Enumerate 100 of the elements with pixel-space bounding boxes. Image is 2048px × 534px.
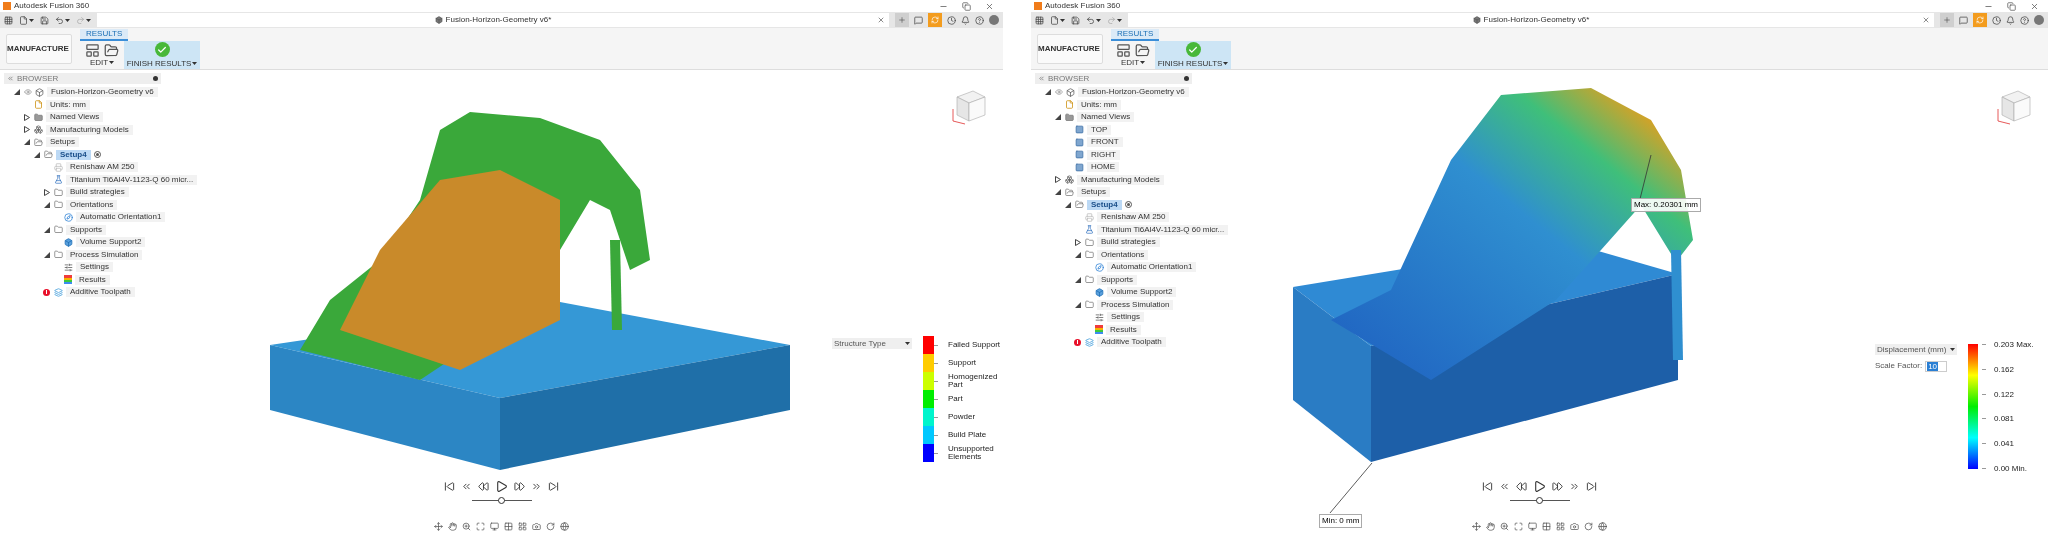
tree-item[interactable]: Titanium Ti6Al4V-1123-Q 60 micr...	[1097, 224, 1229, 235]
collapsed-toggle-icon[interactable]	[1074, 238, 1081, 246]
tree-item[interactable]: Named Views	[1077, 112, 1135, 123]
fast-forward-icon[interactable]	[514, 481, 525, 492]
tree-item[interactable]: Settings	[76, 262, 113, 273]
save-icon[interactable]	[1071, 15, 1080, 25]
collapsed-toggle-icon[interactable]	[1054, 176, 1061, 184]
expanded-toggle-icon[interactable]	[13, 89, 20, 96]
play-icon[interactable]	[1533, 480, 1546, 493]
tree-item[interactable]: Fusion-Horizon-Geometry v6	[1078, 87, 1189, 98]
expanded-toggle-icon[interactable]	[43, 201, 50, 208]
tree-item[interactable]: Build strategies	[1097, 237, 1160, 248]
tree-item[interactable]: Setups	[46, 137, 79, 148]
expanded-toggle-icon[interactable]	[1054, 189, 1061, 196]
view-tool-icon[interactable]	[476, 522, 485, 531]
avatar[interactable]	[989, 15, 999, 25]
expanded-toggle-icon[interactable]	[1074, 276, 1081, 283]
browser-header[interactable]: BROWSER	[4, 73, 161, 84]
tree-item[interactable]: Manufacturing Models	[1077, 174, 1164, 185]
view-tool-icon[interactable]	[1472, 522, 1481, 531]
tree-item[interactable]: Setup4	[1087, 199, 1122, 210]
collapsed-toggle-icon[interactable]	[23, 126, 30, 134]
result-type-dropdown[interactable]: Displacement (mm)	[1875, 344, 1957, 355]
view-tool-icon[interactable]	[1528, 522, 1537, 531]
view-tool-icon[interactable]	[490, 522, 499, 531]
skip-forward-icon[interactable]	[1586, 481, 1597, 492]
collapsed-toggle-icon[interactable]	[23, 113, 30, 121]
close-icon[interactable]	[2030, 1, 2039, 11]
clock-icon[interactable]	[1992, 15, 2001, 25]
step-forward-icon[interactable]	[1569, 481, 1580, 492]
close-tab-icon[interactable]	[877, 16, 885, 24]
expanded-toggle-icon[interactable]	[1064, 201, 1071, 208]
view-tool-icon[interactable]	[560, 522, 569, 531]
tree-item[interactable]: RIGHT	[1087, 149, 1120, 160]
view-tool-icon[interactable]	[546, 522, 555, 531]
file-icon[interactable]	[19, 15, 28, 25]
view-tool-icon[interactable]	[1500, 522, 1509, 531]
step-forward-icon[interactable]	[531, 481, 542, 492]
view-tool-icon[interactable]	[462, 522, 471, 531]
tree-item[interactable]: Units: mm	[46, 99, 90, 110]
tree-item[interactable]: Fusion-Horizon-Geometry v6	[47, 87, 158, 98]
close-icon[interactable]	[985, 1, 994, 11]
chat-icon[interactable]	[1959, 15, 1968, 25]
tree-item[interactable]: Additive Toolpath	[1097, 337, 1166, 348]
timeline-slider[interactable]	[1509, 497, 1570, 504]
pin-icon[interactable]	[153, 76, 158, 81]
ribbon-tab[interactable]: RESULTS	[1111, 29, 1160, 41]
expanded-toggle-icon[interactable]	[43, 226, 50, 233]
folder-open-icon[interactable]	[104, 43, 119, 58]
undo-icon[interactable]	[55, 15, 64, 25]
expanded-toggle-icon[interactable]	[1074, 251, 1081, 258]
step-back-icon[interactable]	[1499, 481, 1510, 492]
tree-item[interactable]: Setups	[1077, 187, 1110, 198]
fast-forward-icon[interactable]	[1552, 481, 1563, 492]
close-tab-icon[interactable]	[1922, 16, 1930, 24]
document-tab[interactable]: Fusion-Horizon-Geometry v6*	[1128, 13, 1934, 27]
tree-item[interactable]: HOME	[1087, 162, 1119, 173]
result-type-dropdown[interactable]: Structure Type	[832, 338, 912, 349]
tree-item[interactable]: Process Simulation	[1097, 299, 1174, 310]
view-tool-icon[interactable]	[504, 522, 513, 531]
tree-item[interactable]: Results	[1106, 324, 1141, 335]
view-tool-icon[interactable]	[1598, 522, 1607, 531]
pin-icon[interactable]	[1184, 76, 1189, 81]
tree-item[interactable]: Additive Toolpath	[66, 287, 135, 298]
avatar[interactable]	[2034, 15, 2044, 25]
tree-item[interactable]: Manufacturing Models	[46, 124, 133, 135]
tree-item[interactable]: Setup4	[56, 149, 91, 160]
finish-results-button[interactable]: FINISH RESULTS	[1155, 41, 1231, 69]
tree-item[interactable]: Named Views	[46, 112, 104, 123]
tree-item[interactable]: Units: mm	[1077, 99, 1121, 110]
view-tool-icon[interactable]	[518, 522, 527, 531]
view-tool-icon[interactable]	[1584, 522, 1593, 531]
view-tool-icon[interactable]	[532, 522, 541, 531]
timeline-slider[interactable]	[471, 497, 532, 504]
tree-item[interactable]: Renishaw AM 250	[1097, 212, 1170, 223]
apps-grid-icon[interactable]	[1035, 15, 1044, 25]
restore-icon[interactable]	[2007, 1, 2016, 11]
view-tool-icon[interactable]	[1570, 522, 1579, 531]
workspace-dropdown[interactable]: MANUFACTURE	[1037, 33, 1103, 64]
expanded-toggle-icon[interactable]	[23, 139, 30, 146]
slider-thumb[interactable]	[1536, 497, 1543, 504]
folder-open-icon[interactable]	[1135, 43, 1150, 58]
skip-forward-icon[interactable]	[548, 481, 559, 492]
expanded-toggle-icon[interactable]	[1044, 89, 1051, 96]
play-icon[interactable]	[495, 480, 508, 493]
skip-back-icon[interactable]	[1482, 481, 1493, 492]
tree-item[interactable]: Results	[75, 274, 110, 285]
expanded-toggle-icon[interactable]	[43, 251, 50, 258]
view-tool-icon[interactable]	[1556, 522, 1565, 531]
workspace-dropdown[interactable]: MANUFACTURE	[6, 33, 72, 64]
tree-item[interactable]: Volume Support2	[1107, 287, 1177, 298]
restore-icon[interactable]	[962, 1, 971, 11]
help-icon[interactable]	[975, 15, 984, 25]
tree-item[interactable]: Renishaw AM 250	[66, 162, 139, 173]
tree-item[interactable]: Volume Support2	[76, 237, 146, 248]
apps-grid-icon[interactable]	[4, 15, 13, 25]
tree-item[interactable]: FRONT	[1087, 137, 1123, 148]
tree-item[interactable]: Build strategies	[66, 187, 129, 198]
expanded-toggle-icon[interactable]	[1054, 114, 1061, 121]
chat-icon[interactable]	[914, 15, 923, 25]
